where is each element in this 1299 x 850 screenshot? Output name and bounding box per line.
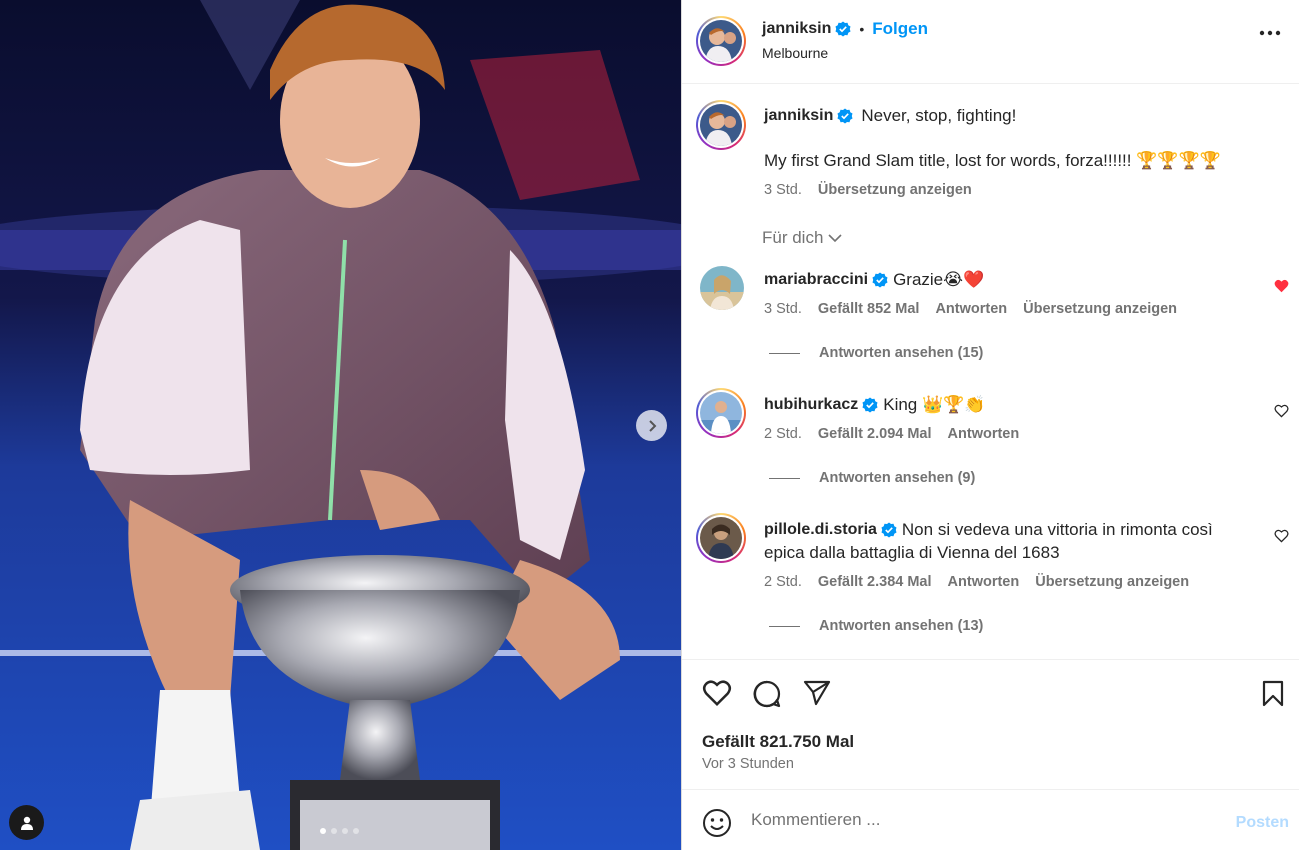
commenter-username[interactable]: hubihurkacz [764,393,858,416]
like-heart-icon[interactable] [702,679,732,707]
comment-text: Grazie😭❤️ [893,270,985,289]
more-options-icon[interactable] [1259,30,1281,36]
reply-button[interactable]: Antworten [948,574,1020,590]
heart-icon[interactable] [1274,404,1289,418]
slide-dot-active [320,828,326,834]
post-comment-button[interactable]: Posten [1236,814,1289,832]
view-replies-label: Antworten ansehen (15) [819,345,984,361]
view-replies-label: Antworten ansehen (13) [819,618,984,634]
verified-badge-icon [835,21,851,37]
post-timestamp[interactable]: Vor 3 Stunden [702,756,794,772]
comment-text-block: pillole.di.storia Non si vedeva una vitt… [764,518,1213,564]
replies-line [769,352,800,354]
heart-icon[interactable] [1274,529,1289,543]
liked-heart-icon[interactable] [1274,279,1289,293]
caption-title-row: janniksin Never, stop, fighting! [764,106,1016,126]
caption-meta: 3 Std. Übersetzung anzeigen [764,182,972,198]
comment-time[interactable]: 2 Std. [764,426,802,442]
reply-button[interactable]: Antworten [948,426,1020,442]
comment-meta: 2 Std. Gefällt 2.384 Mal Antworten Übers… [764,574,1189,590]
comment-text-line2: epica dalla battaglia di Vienna del 1683 [764,543,1060,562]
view-replies-label: Antworten ansehen (9) [819,470,976,486]
share-paper-plane-icon[interactable] [803,680,831,706]
next-slide-button[interactable] [636,410,667,441]
post-header: janniksin • Folgen Melbourne [682,0,1299,84]
like-count[interactable]: Gefällt 821.750 Mal [702,732,854,752]
comment-bubble-icon[interactable] [753,680,781,708]
replies-line [769,477,800,479]
comment-sort-label: Für dich [762,228,824,247]
commenter-username[interactable]: mariabraccini [764,268,868,291]
comment-likes[interactable]: Gefällt 852 Mal [818,301,920,317]
slide-dot [353,828,359,834]
verified-badge-icon [872,272,888,287]
author-name-row: janniksin • Folgen [762,19,928,39]
comment-text-line1: Non si vedeva una vittoria in rimonta co… [901,520,1213,539]
comment-input[interactable] [751,810,1191,830]
reply-button[interactable]: Antworten [935,301,1007,317]
caption-title: Never, stop, fighting! [861,106,1017,125]
commenter-username[interactable]: pillole.di.storia [764,518,877,541]
caption-translate-link[interactable]: Übersetzung anzeigen [818,182,972,198]
bookmark-icon[interactable] [1262,680,1284,707]
author-username[interactable]: janniksin [762,20,831,38]
comment-text-row: mariabraccini Grazie😭❤️ [764,268,984,291]
caption-time[interactable]: 3 Std. [764,182,802,198]
slide-dot [342,828,348,834]
emoji-icon[interactable] [702,808,732,838]
chevron-right-icon [648,419,656,432]
post-photo [0,0,681,850]
author-avatar[interactable] [696,16,746,66]
translate-link[interactable]: Übersetzung anzeigen [1035,574,1189,590]
post-location[interactable]: Melbourne [762,45,828,61]
view-replies-button[interactable]: Antworten ansehen (13) [769,618,983,634]
separator-dot: • [859,21,865,37]
caption-username[interactable]: janniksin [764,107,833,125]
view-replies-button[interactable]: Antworten ansehen (15) [769,345,983,361]
commenter-avatar[interactable] [696,513,746,563]
post-media[interactable] [0,0,681,850]
commenter-avatar[interactable] [696,388,746,438]
comment-text-row: hubihurkacz King 👑🏆👏 [764,393,985,416]
comment-sort-dropdown[interactable]: Für dich [762,228,843,248]
translate-link[interactable]: Übersetzung anzeigen [1023,301,1177,317]
chevron-down-icon [828,234,842,243]
follow-button[interactable]: Folgen [872,19,928,39]
view-replies-button[interactable]: Antworten ansehen (9) [769,470,975,486]
comment-time[interactable]: 2 Std. [764,574,802,590]
commenter-avatar[interactable] [700,266,744,310]
comment-meta: 3 Std. Gefällt 852 Mal Antworten Überset… [764,301,1177,317]
caption-author-avatar[interactable] [696,100,746,150]
post-side-panel: janniksin • Folgen Melbourne janniksin N… [682,0,1299,850]
replies-line [769,625,800,627]
verified-badge-icon [837,108,853,124]
caption-body: My first Grand Slam title, lost for word… [764,151,1221,170]
slide-dot [331,828,337,834]
verified-badge-icon [862,397,878,412]
comment-time[interactable]: 3 Std. [764,301,802,317]
comment-text-row: pillole.di.storia Non si vedeva una vitt… [764,518,1213,541]
comment-composer: Posten [682,789,1299,850]
post-actions: Gefällt 821.750 Mal Vor 3 Stunden [682,659,1299,789]
user-icon [20,816,33,830]
comment-meta: 2 Std. Gefällt 2.094 Mal Antworten [764,426,1019,442]
comment-likes[interactable]: Gefällt 2.384 Mal [818,574,932,590]
comment-likes[interactable]: Gefällt 2.094 Mal [818,426,932,442]
comment-text: King 👑🏆👏 [883,395,986,414]
tagged-users-button[interactable] [9,805,44,840]
verified-badge-icon [881,522,897,537]
slide-indicator [320,828,359,834]
